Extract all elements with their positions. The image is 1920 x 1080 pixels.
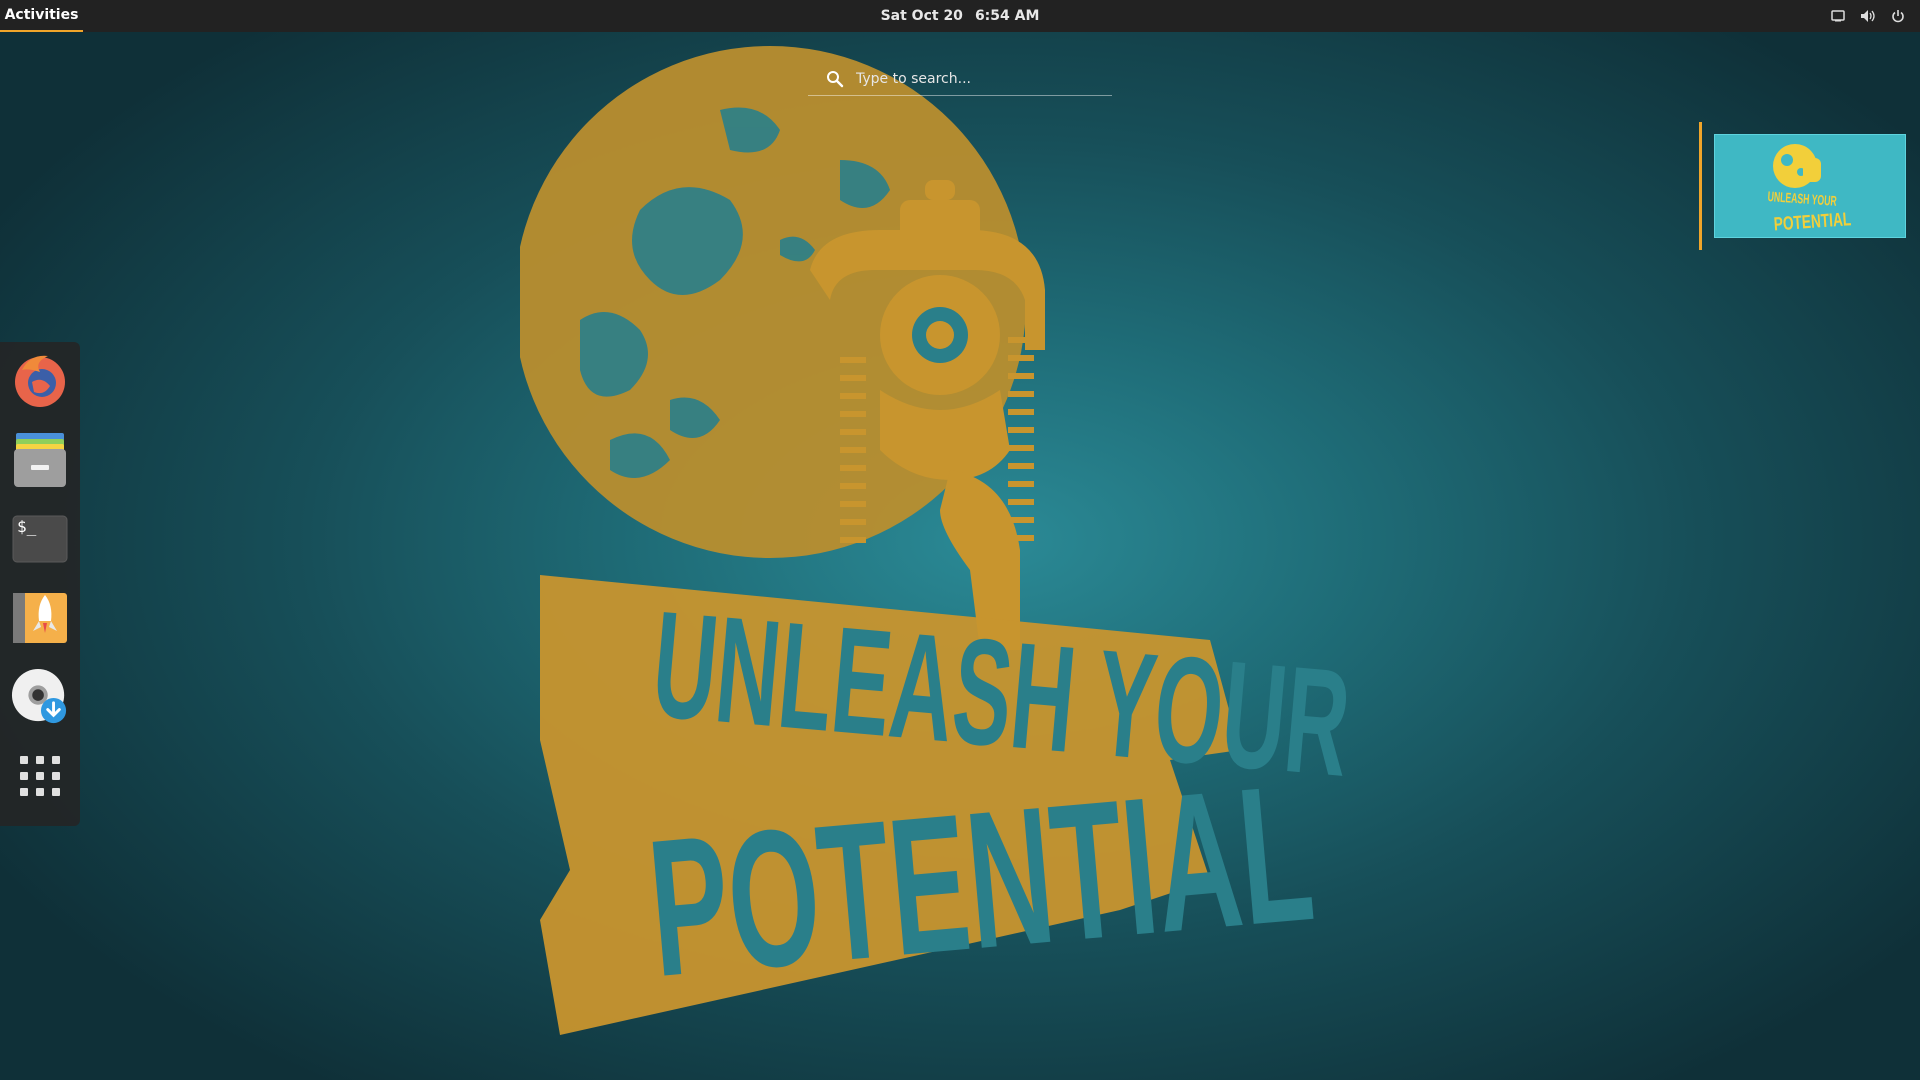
clock: Sat Oct 20 6:54 AM: [0, 0, 1920, 32]
volume-icon[interactable]: [1860, 8, 1876, 24]
workspace-wallpaper-preview: UNLEASH YOUR POTENTIAL: [1767, 144, 1852, 235]
dash-item-launcher[interactable]: [11, 589, 69, 645]
search-icon: [827, 70, 844, 87]
clock-date[interactable]: Sat Oct 20: [881, 8, 963, 24]
firefox-icon: [15, 355, 65, 407]
dash-item-installer[interactable]: [11, 668, 69, 726]
rocket-icon: [13, 593, 67, 643]
wallpaper-artwork: UNLEASH YOUR POTENTIAL: [520, 46, 1356, 1035]
power-icon[interactable]: [1890, 8, 1906, 24]
activities-button[interactable]: Activities: [0, 0, 83, 32]
show-applications-button[interactable]: [11, 749, 69, 803]
workspace-thumbnail[interactable]: UNLEASH YOUR POTENTIAL: [1714, 134, 1906, 238]
dash: $_: [0, 342, 80, 826]
svg-text:POTENTIAL: POTENTIAL: [1773, 208, 1852, 235]
active-workspace-indicator: [1699, 122, 1702, 250]
terminal-icon: $_: [12, 515, 68, 563]
system-tray: [1830, 0, 1906, 32]
dash-item-files[interactable]: [11, 431, 69, 489]
robot-graphic: [810, 180, 1045, 650]
svg-text:$_: $_: [17, 517, 37, 536]
disc-download-icon: [11, 668, 67, 724]
dash-item-firefox[interactable]: [11, 352, 69, 408]
search-bar: [808, 62, 1112, 96]
dash-item-terminal[interactable]: $_: [11, 512, 69, 566]
files-icon: [14, 433, 66, 487]
app-grid-icon: [20, 756, 60, 796]
search-input[interactable]: [856, 70, 1096, 87]
clock-time[interactable]: 6:54 AM: [975, 8, 1039, 24]
top-bar: Activities Sat Oct 20 6:54 AM: [0, 0, 1920, 32]
svg-text:UNLEASH YOUR: UNLEASH YOUR: [1767, 189, 1838, 209]
screen-icon[interactable]: [1830, 8, 1846, 24]
